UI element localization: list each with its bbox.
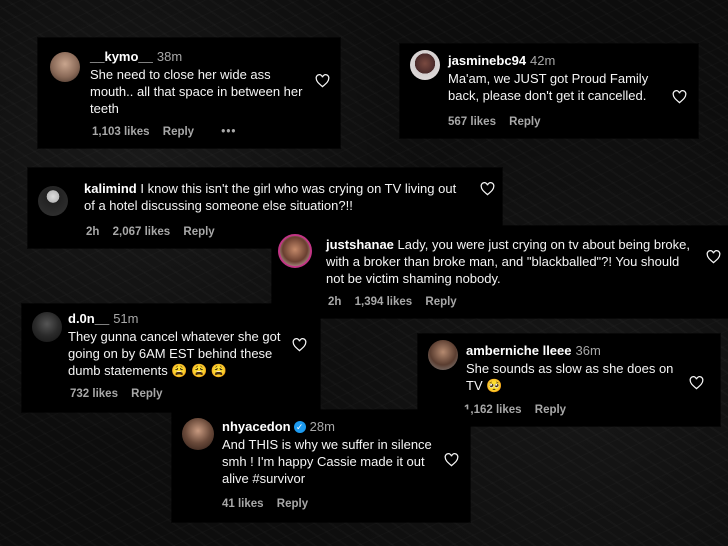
more-options-icon[interactable]: ••• (221, 126, 236, 138)
comment-card: jasminebc94 42m Ma'am, we JUST got Proud … (400, 44, 698, 138)
comment-time: 2h (328, 296, 342, 308)
avatar[interactable] (50, 52, 80, 82)
comment-text: And THIS is why we suffer in silence smh… (222, 437, 432, 486)
like-count[interactable]: 567 likes (448, 116, 496, 128)
reply-button[interactable]: Reply (131, 388, 162, 400)
avatar[interactable] (38, 186, 68, 216)
heart-icon[interactable] (706, 250, 721, 264)
comment-username[interactable]: nhyacedon (222, 419, 291, 434)
reply-button[interactable]: Reply (277, 498, 308, 510)
avatar[interactable] (428, 340, 458, 370)
heart-icon[interactable] (480, 182, 495, 196)
like-count[interactable]: 2,067 likes (113, 226, 171, 238)
comment-username[interactable]: amberniche lleee (466, 343, 572, 358)
comment-time: 28m (309, 419, 335, 434)
like-count[interactable]: 1,103 likes (92, 126, 150, 138)
comment-text: I know this isn't the girl who was cryin… (84, 181, 457, 213)
comment-time: 51m (113, 311, 139, 326)
like-count[interactable]: 41 likes (222, 498, 264, 510)
heart-icon[interactable] (315, 74, 330, 88)
reply-button[interactable]: Reply (163, 126, 194, 138)
reply-button[interactable]: Reply (183, 226, 214, 238)
comment-text: She need to close her wide ass mouth.. a… (90, 67, 303, 116)
comment-time: 36m (575, 343, 601, 358)
avatar[interactable] (182, 418, 214, 450)
avatar[interactable] (32, 312, 62, 342)
heart-icon[interactable] (444, 453, 459, 467)
comment-time: 2h (86, 226, 100, 238)
avatar[interactable] (410, 50, 440, 80)
like-count[interactable]: 732 likes (70, 388, 118, 400)
comment-time: 42m (530, 53, 556, 68)
reply-button[interactable]: Reply (425, 296, 456, 308)
heart-icon[interactable] (292, 338, 307, 352)
comment-username[interactable]: justshanae (326, 237, 394, 252)
comment-card: justshanae Lady, you were just crying on… (272, 226, 728, 318)
comment-card: d.0n__ 51m They gunna cancel whatever she… (22, 304, 320, 412)
verified-badge-icon: ✓ (293, 421, 306, 433)
comment-username[interactable]: jasminebc94 (448, 53, 526, 68)
reply-button[interactable]: Reply (509, 116, 540, 128)
comment-text: They gunna cancel whatever she got going… (68, 329, 281, 378)
avatar[interactable] (278, 234, 312, 268)
heart-icon[interactable] (672, 90, 687, 104)
comment-username[interactable]: __kymo__ (90, 49, 153, 64)
comment-text: Ma'am, we JUST got Proud Family back, pl… (448, 71, 649, 103)
like-count[interactable]: 1,394 likes (355, 296, 413, 308)
reply-button[interactable]: Reply (535, 404, 566, 416)
comment-card: __kymo__ 38m She need to close her wide a… (38, 38, 340, 148)
like-count[interactable]: 1,162 likes (464, 404, 522, 416)
comment-time: 38m (156, 49, 183, 64)
comment-username[interactable]: d.0n__ (68, 311, 109, 326)
comment-card: nhyacedon ✓ 28m And THIS is why we suffer … (172, 410, 470, 522)
heart-icon[interactable] (689, 376, 704, 390)
comment-username[interactable]: kalimind (84, 181, 137, 196)
comment-text: She sounds as slow as she does on TV 🥺 (466, 361, 674, 393)
